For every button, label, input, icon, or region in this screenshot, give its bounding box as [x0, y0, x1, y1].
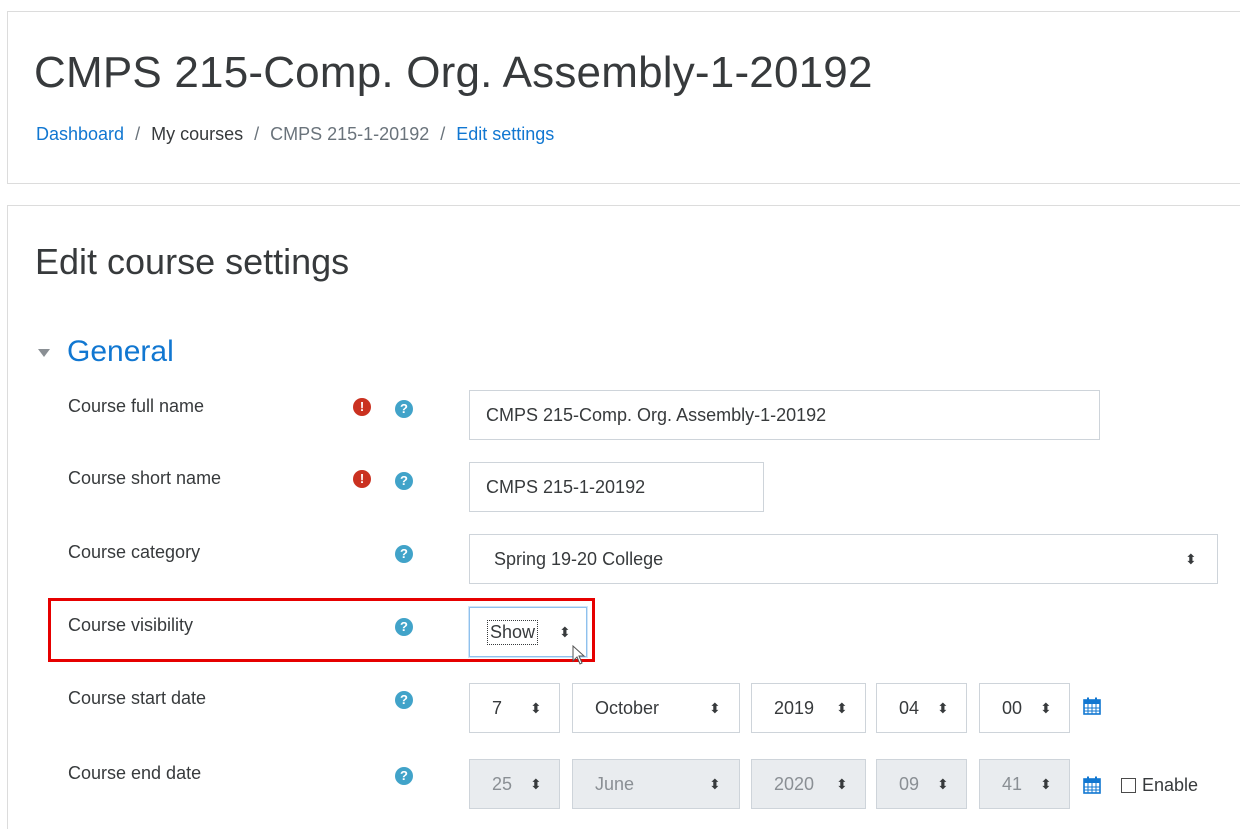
full-name-input[interactable]: CMPS 215-Comp. Org. Assembly-1-20192 — [469, 390, 1100, 440]
breadcrumb-dashboard[interactable]: Dashboard — [36, 124, 124, 145]
breadcrumb-course[interactable]: CMPS 215-1-20192 — [270, 124, 429, 145]
select-arrow-icon: ⬍ — [836, 699, 848, 716]
start-month-select[interactable]: October ⬍ — [572, 683, 740, 733]
start-hour-select[interactable]: 04 ⬍ — [876, 683, 967, 733]
select-arrow-icon: ⬍ — [709, 699, 721, 716]
end-month-select: June ⬍ — [572, 759, 740, 809]
course-title: CMPS 215-Comp. Org. Assembly-1-20192 — [34, 48, 873, 97]
settings-card — [7, 205, 1240, 829]
end-day-select: 25 ⬍ — [469, 759, 560, 809]
category-select[interactable]: Spring 19-20 College ⬍ — [469, 534, 1218, 584]
help-icon[interactable]: ? — [395, 545, 413, 563]
start-minute-select[interactable]: 00 ⬍ — [979, 683, 1070, 733]
start-minute-value: 00 — [1002, 697, 1023, 718]
start-month-value: October — [595, 697, 660, 718]
breadcrumb-my-courses: My courses — [151, 124, 244, 144]
select-arrow-icon: ⬍ — [1040, 699, 1052, 716]
end-year-select: 2020 ⬍ — [751, 759, 866, 809]
breadcrumb-separator: / — [440, 124, 446, 144]
end-date-enable[interactable]: Enable — [1121, 775, 1198, 796]
select-arrow-icon: ⬍ — [1185, 550, 1197, 567]
start-year-value: 2019 — [774, 697, 815, 718]
start-year-select[interactable]: 2019 ⬍ — [751, 683, 866, 733]
short-name-label: Course short name — [68, 468, 222, 488]
help-icon[interactable]: ? — [395, 400, 413, 418]
category-value: Spring 19-20 College — [494, 548, 664, 569]
end-year-value: 2020 — [774, 773, 815, 794]
end-date-label: Course end date — [68, 763, 202, 783]
start-day-value: 7 — [492, 697, 503, 718]
page-heading: Edit course settings — [35, 241, 350, 282]
section-title-general[interactable]: General — [67, 335, 174, 369]
enable-label: Enable — [1142, 775, 1199, 795]
select-arrow-icon: ⬍ — [1040, 775, 1052, 792]
end-hour-value: 09 — [899, 773, 920, 794]
end-minute-value: 41 — [1002, 773, 1023, 794]
breadcrumb: Dashboard / My courses / CMPS 215-1-20192 / Ed… — [36, 124, 554, 145]
calendar-icon[interactable] — [1083, 776, 1101, 794]
breadcrumb-separator: / — [254, 124, 260, 144]
breadcrumb-edit-settings[interactable]: Edit settings — [456, 124, 554, 145]
help-icon[interactable]: ? — [395, 767, 413, 785]
end-minute-select: 41 ⬍ — [979, 759, 1070, 809]
end-month-value: June — [595, 773, 635, 794]
start-day-select[interactable]: 7 ⬍ — [469, 683, 560, 733]
end-hour-select: 09 ⬍ — [876, 759, 967, 809]
category-label: Course category — [68, 542, 201, 562]
help-icon[interactable]: ? — [395, 472, 413, 490]
breadcrumb-separator: / — [135, 124, 141, 144]
select-arrow-icon: ⬍ — [836, 775, 848, 792]
select-arrow-icon: ⬍ — [530, 775, 542, 792]
mouse-pointer-icon — [572, 645, 586, 665]
short-name-input[interactable]: CMPS 215-1-20192 — [469, 462, 764, 512]
required-icon: ! — [353, 398, 371, 416]
start-hour-value: 04 — [899, 697, 920, 718]
full-name-label: Course full name — [68, 396, 205, 416]
required-icon: ! — [353, 470, 371, 488]
calendar-icon[interactable] — [1083, 697, 1101, 715]
help-icon[interactable]: ? — [395, 691, 413, 709]
select-arrow-icon: ⬍ — [530, 699, 542, 716]
select-arrow-icon: ⬍ — [937, 775, 949, 792]
enable-checkbox[interactable] — [1121, 778, 1136, 793]
caret-down-icon[interactable] — [38, 349, 50, 357]
start-date-label: Course start date — [68, 688, 207, 708]
end-day-value: 25 — [492, 773, 513, 794]
highlight-box — [48, 598, 595, 662]
select-arrow-icon: ⬍ — [709, 775, 721, 792]
general-section-header[interactable]: General — [38, 335, 174, 369]
select-arrow-icon: ⬍ — [937, 699, 949, 716]
